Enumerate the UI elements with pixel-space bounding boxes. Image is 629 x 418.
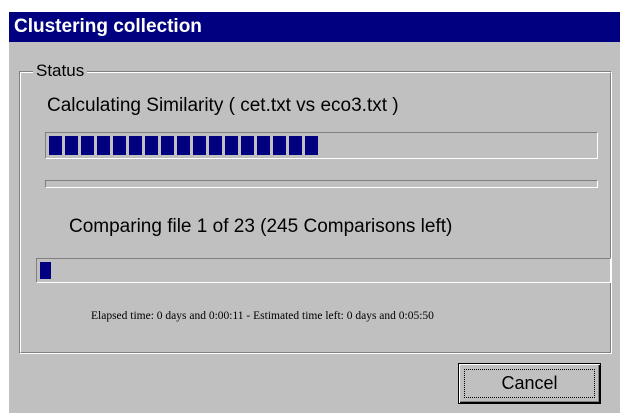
progress-block bbox=[145, 136, 158, 155]
similarity-label: Calculating Similarity ( cet.txt vs eco3… bbox=[47, 95, 399, 116]
progress-block bbox=[113, 136, 126, 155]
progress-block bbox=[49, 136, 62, 155]
progress-block bbox=[161, 136, 174, 155]
progress-block bbox=[177, 136, 190, 155]
progress-block bbox=[305, 136, 318, 155]
progress-block bbox=[225, 136, 238, 155]
similarity-progress-bar bbox=[45, 132, 598, 159]
cancel-button-label: Cancel bbox=[501, 373, 558, 393]
progress-block bbox=[257, 136, 270, 155]
progress-block bbox=[209, 136, 222, 155]
progress-block bbox=[65, 136, 78, 155]
window-title[interactable]: Clustering collection bbox=[9, 12, 620, 42]
cancel-button[interactable]: Cancel bbox=[458, 363, 601, 404]
elapsed-time-text: Elapsed time: 0 days and 0:00:11 - Estim… bbox=[91, 310, 434, 322]
progress-block bbox=[289, 136, 302, 155]
status-group-label: Status bbox=[33, 60, 88, 82]
progress-block bbox=[129, 136, 142, 155]
progress-block bbox=[40, 262, 51, 279]
progress-block bbox=[97, 136, 110, 155]
comparison-progress-bar bbox=[36, 258, 611, 283]
progress-block bbox=[273, 136, 286, 155]
secondary-progress-bar bbox=[45, 180, 598, 188]
progress-block bbox=[241, 136, 254, 155]
comparison-label: Comparing file 1 of 23 (245 Comparisons … bbox=[69, 216, 453, 237]
progress-block bbox=[81, 136, 94, 155]
progress-block bbox=[193, 136, 206, 155]
clustering-dialog: Clustering collection Status Calculating… bbox=[9, 12, 620, 413]
